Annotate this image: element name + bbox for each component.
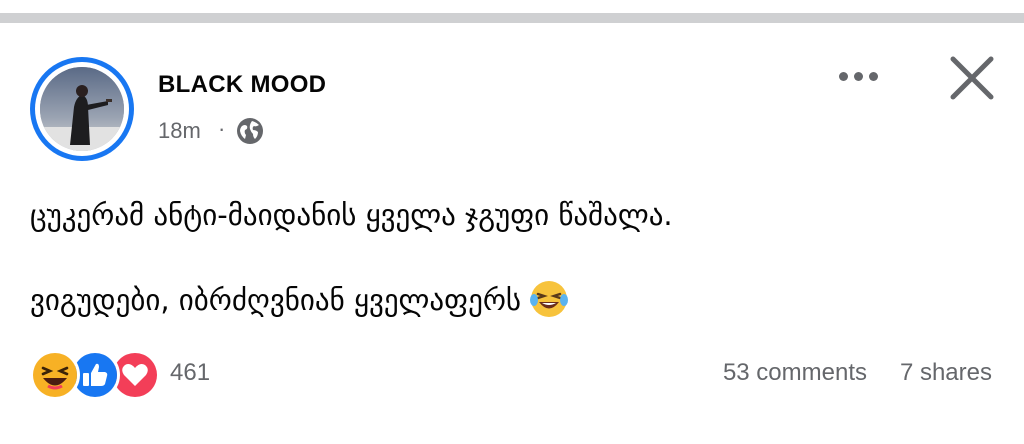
post-text-line-2-text: ვიგუდები, იბრძღვნიან ყველაფერს [30, 283, 522, 317]
avatar-border [35, 62, 129, 156]
avatar-image [40, 67, 124, 151]
reaction-count[interactable]: 461 [170, 359, 210, 387]
dot [868, 71, 878, 81]
globe-icon [236, 117, 264, 145]
haha-reaction-icon [30, 350, 80, 400]
dot [853, 71, 863, 81]
close-icon[interactable] [944, 50, 1000, 106]
avatar[interactable] [30, 57, 134, 161]
post-time[interactable]: 18m [158, 118, 201, 144]
reactions-summary[interactable] [30, 350, 160, 400]
post-text-line-2: ვიგუდები, იბრძღვნიან ყველაფერს [30, 281, 569, 319]
comments-count[interactable]: 53 comments [723, 359, 867, 387]
dot [838, 71, 848, 81]
meta-separator: · [218, 116, 226, 141]
laughing-tears-emoji-icon [529, 279, 569, 319]
top-bar [0, 0, 1024, 13]
divider [0, 13, 1024, 23]
shares-count[interactable]: 7 shares [900, 359, 992, 387]
post-text-line-1: ცუკერამ ანტი-მაიდანის ყველა ჯგუფი წაშალა… [30, 198, 673, 232]
post-author[interactable]: BLACK MOOD [158, 71, 326, 99]
more-options-icon[interactable] [830, 62, 886, 90]
